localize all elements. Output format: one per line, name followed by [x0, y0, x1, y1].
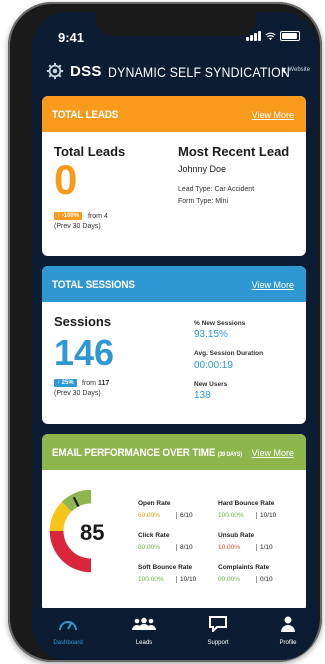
email-metric-label: Hard Bounce Rate	[218, 500, 275, 507]
recent-lead-type: Lead Type: Car Accident	[178, 186, 255, 193]
recent-lead-name: Johnny Doe	[178, 164, 227, 174]
tab-leads[interactable]: Leads	[116, 616, 172, 646]
tab-dashboard-label: Dashboard	[53, 640, 83, 646]
total-sessions-header: TOTAL SESSIONS View More	[42, 266, 306, 302]
new-sessions-value: 93.15%	[194, 329, 228, 340]
gauge-icon	[59, 621, 77, 631]
back-to-website-button[interactable]: ‹ Website	[282, 62, 310, 77]
tab-leads-label: Leads	[135, 640, 153, 646]
sessions-change-from: from 117	[82, 380, 109, 387]
email-view-more-link[interactable]: View More	[252, 448, 294, 458]
total-sessions-card: TOTAL SESSIONS View More Sessions 146 ↑ …	[42, 266, 306, 424]
tab-support-label: Support	[207, 640, 229, 646]
sessions-change-badge: ↑ 25%	[54, 379, 77, 387]
tab-dashboard[interactable]: Dashboard	[40, 616, 96, 646]
brand-subtitle: DYNAMIC SELF SYNDICATION	[108, 64, 290, 80]
email-metric-label: Open Rate	[138, 500, 171, 507]
email-score-value: 85	[80, 520, 105, 545]
new-sessions-label: % New Sessions	[194, 320, 246, 327]
email-metric-percent: 60.00%	[138, 512, 161, 519]
email-metric-percent: 80.00%	[138, 544, 161, 551]
total-leads-value: 0	[54, 156, 78, 203]
recent-lead-form: Form Type: Mini	[178, 198, 229, 205]
email-metric-fraction: 10/10	[176, 576, 196, 583]
email-metric-fraction: 1/10	[256, 544, 273, 551]
avg-duration-value: 00:00:19	[194, 360, 233, 371]
email-metric-percent: 00.00%	[218, 576, 241, 583]
device-notch	[96, 12, 256, 36]
sessions-label: Sessions	[54, 314, 112, 329]
total-sessions-title: TOTAL SESSIONS	[52, 279, 135, 291]
recent-lead-label: Most Recent Lead	[178, 144, 290, 159]
avg-duration-label: Avg. Session Duration	[194, 350, 264, 357]
email-metric-percent: 100.00%	[138, 576, 164, 583]
phone-frame: 9:41 DSS DYNAMIC SELF SYNDICATION ‹ Webs…	[8, 2, 322, 662]
bottom-tab-bar: Dashboard Leads Support Profile	[32, 608, 318, 660]
tab-support[interactable]: Support	[190, 616, 246, 646]
total-leads-header: TOTAL LEADS View More	[42, 96, 306, 132]
app-header: DSS DYNAMIC SELF SYNDICATION ‹ Website	[32, 54, 318, 88]
gear-logo-icon	[46, 62, 64, 80]
email-metric-fraction: 6/10	[176, 512, 193, 519]
email-metric-label: Click Rate	[138, 532, 170, 539]
brand-logo-text: DSS	[70, 63, 102, 80]
sessions-period: (Prev 30 Days)	[54, 390, 101, 397]
email-title-text: EMAIL PERFORMANCE OVER TIME	[52, 447, 216, 459]
leads-view-more-link[interactable]: View More	[252, 110, 294, 120]
email-metric-fraction: 8/10	[176, 544, 193, 551]
sessions-value: 146	[54, 332, 115, 373]
email-metric-label: Soft Bounce Rate	[138, 564, 193, 571]
sessions-view-more-link[interactable]: View More	[252, 280, 294, 290]
email-performance-title: EMAIL PERFORMANCE OVER TIME (30 DAYS)	[52, 447, 242, 459]
sessions-from-prefix: from	[82, 380, 96, 387]
status-icons	[246, 31, 300, 41]
person-icon	[281, 616, 295, 632]
total-leads-title: TOTAL LEADS	[52, 109, 119, 121]
email-metric-percent: 10.00%	[218, 544, 241, 551]
sessions-from-value: 117	[97, 380, 110, 387]
email-performance-card: EMAIL PERFORMANCE OVER TIME (30 DAYS) Vi…	[42, 434, 306, 612]
new-users-label: New Users	[194, 381, 228, 388]
tab-profile-label: Profile	[279, 640, 297, 646]
app-screen: 9:41 DSS DYNAMIC SELF SYNDICATION ‹ Webs…	[32, 12, 318, 660]
chat-icon	[209, 616, 227, 634]
email-metric-label: Unsub Rate	[218, 532, 255, 539]
back-label: Website	[288, 67, 310, 73]
email-metric-fraction: 0/10	[256, 576, 273, 583]
wifi-icon	[265, 32, 276, 41]
email-metric-label: Complaints Rate	[218, 564, 270, 571]
leads-period: (Prev 30 Days)	[54, 223, 101, 230]
battery-icon	[280, 31, 300, 41]
new-users-value: 138	[194, 390, 211, 401]
status-time: 9:41	[58, 30, 85, 45]
users-icon	[132, 617, 156, 630]
total-leads-card: TOTAL LEADS View More Total Leads 0 ↑ -1…	[42, 96, 306, 256]
email-metric-percent: 100.00%	[218, 512, 244, 519]
leads-change-badge: ↑ -100%	[54, 212, 83, 220]
chevron-left-icon: ‹	[282, 62, 287, 77]
email-title-suffix: (30 DAYS)	[217, 452, 242, 458]
email-performance-header: EMAIL PERFORMANCE OVER TIME (30 DAYS) Vi…	[42, 434, 306, 470]
tab-profile[interactable]: Profile	[260, 616, 316, 646]
email-metric-fraction: 10/10	[256, 512, 276, 519]
leads-change-from: from 4	[88, 213, 108, 220]
